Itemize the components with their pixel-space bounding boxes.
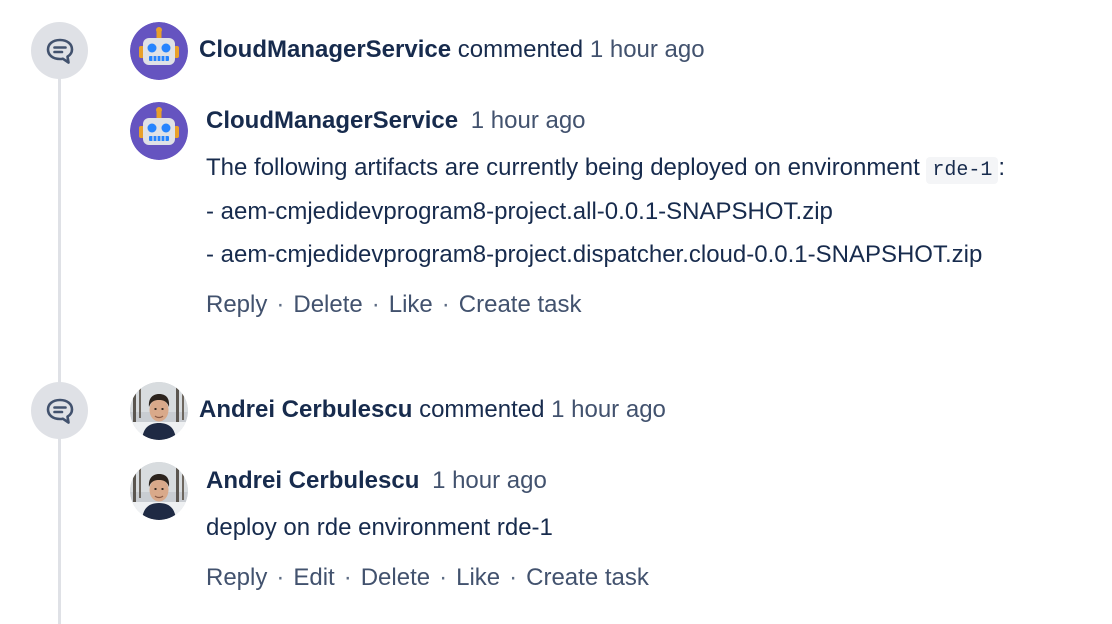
comment-header: CloudManagerService 1 hour ago [206,106,586,136]
comment-body-text: The following artifacts are currently be… [206,154,920,181]
activity-header: Andrei Cerbulescu commented 1 hour ago [199,395,666,425]
separator: · [276,291,285,318]
reply-button[interactable]: Reply [206,564,267,591]
delete-button[interactable]: Delete [293,291,362,318]
activity-verb: commented [419,396,545,423]
create-task-button[interactable]: Create task [459,291,582,318]
comment-body-text: deploy on rde environment rde-1 [206,514,553,541]
comment-body-line: The following artifacts are currently be… [206,153,1005,186]
comment-author-link[interactable]: CloudManagerService [206,107,458,134]
activity-time[interactable]: 1 hour ago [590,36,705,63]
comment-body-suffix: : [998,154,1006,181]
comment-author-link[interactable]: Andrei Cerbulescu [206,467,419,494]
artifact-line: - aem-cmjedidevprogram8-project.dispatch… [206,241,983,268]
comment-time[interactable]: 1 hour ago [471,107,586,134]
robot-avatar[interactable] [130,102,188,160]
activity-verb: commented [457,36,584,63]
activity-author-link[interactable]: CloudManagerService [199,36,451,63]
comment-bubble-icon [31,382,88,439]
comment-actions: Reply · Delete · Like · Create task [206,290,581,320]
comment-header: Andrei Cerbulescu 1 hour ago [206,466,547,496]
comment-bubble-icon [31,22,88,79]
separator: · [439,564,448,591]
like-button[interactable]: Like [389,291,433,318]
robot-avatar[interactable] [130,22,188,80]
user-photo-avatar[interactable] [130,462,188,520]
separator: · [509,564,518,591]
separator: · [371,291,380,318]
artifact-line: - aem-cmjedidevprogram8-project.all-0.0.… [206,198,833,225]
create-task-button[interactable]: Create task [526,564,649,591]
timeline-line [58,76,61,624]
separator: · [276,564,285,591]
reply-button[interactable]: Reply [206,291,267,318]
like-button[interactable]: Like [456,564,500,591]
edit-button[interactable]: Edit [293,564,334,591]
user-photo-avatar[interactable] [130,382,188,440]
comment-time[interactable]: 1 hour ago [432,467,547,494]
activity-header: CloudManagerService commented 1 hour ago [199,35,705,65]
activity-time[interactable]: 1 hour ago [551,396,666,423]
comment-actions: Reply · Edit · Delete · Like · Create task [206,563,649,593]
delete-button[interactable]: Delete [361,564,430,591]
inline-code: rde-1 [926,157,999,184]
separator: · [441,291,450,318]
separator: · [343,564,352,591]
activity-author-link[interactable]: Andrei Cerbulescu [199,396,412,423]
